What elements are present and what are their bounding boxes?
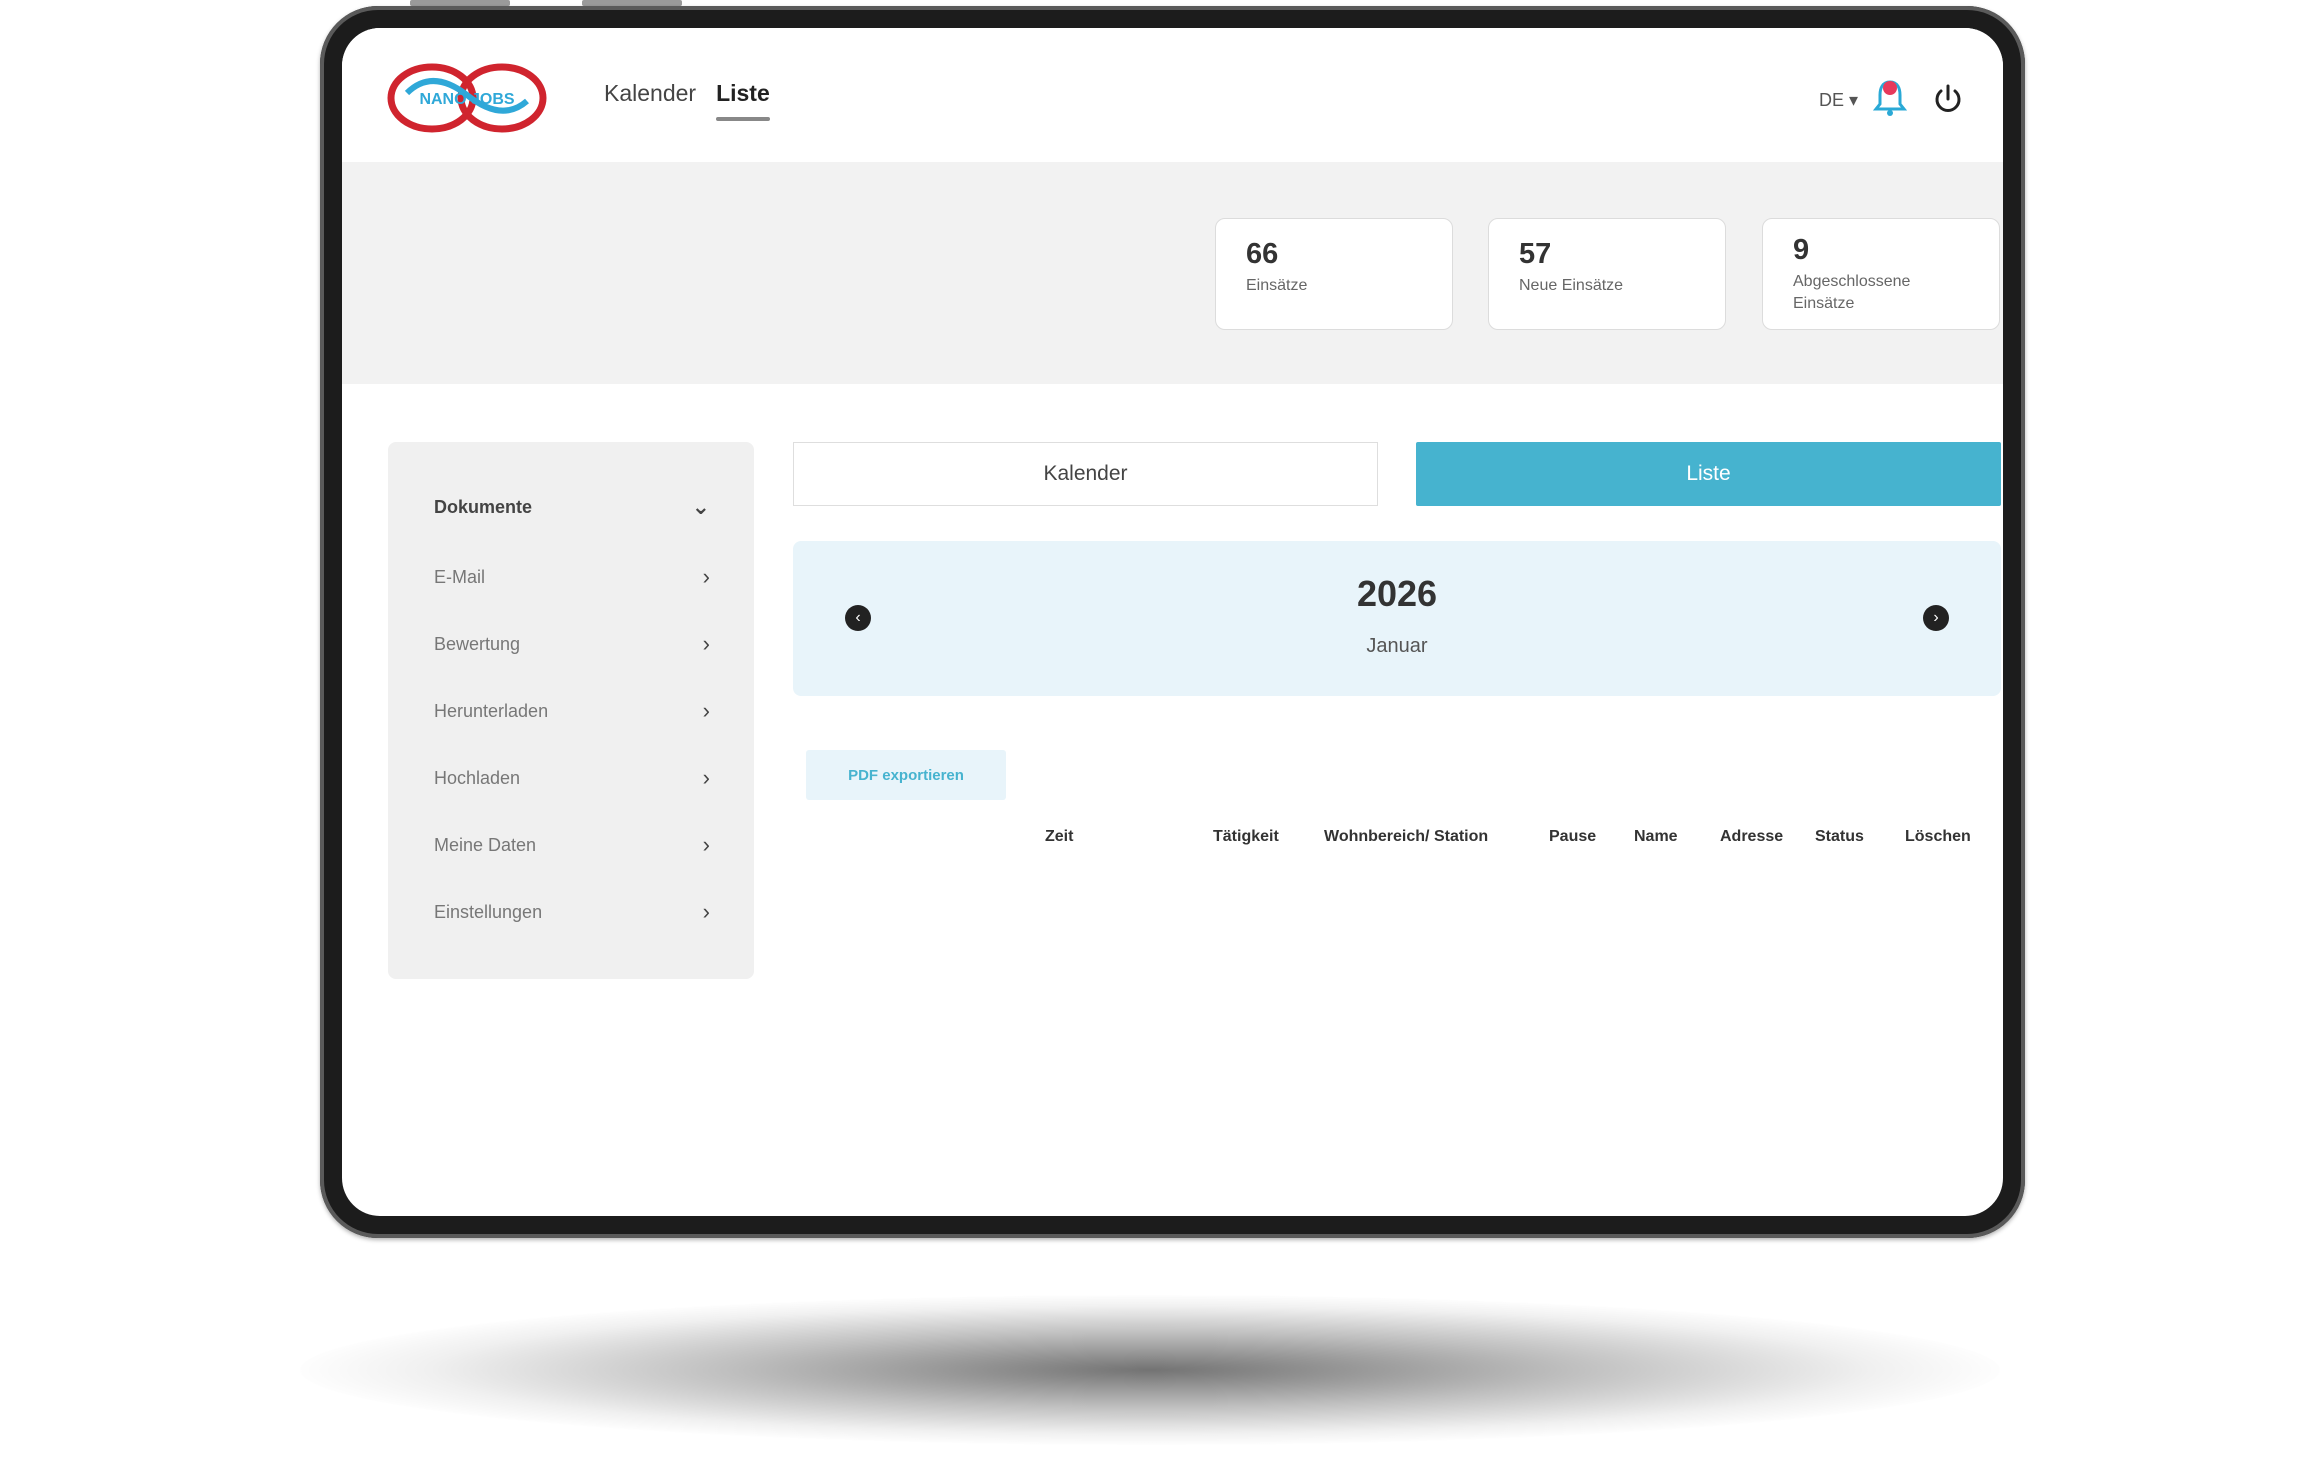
bell-icon[interactable] [1872, 78, 1908, 118]
column-header-loeschen: Löschen [1905, 828, 1971, 845]
chevron-down-icon: ⌄ [691, 494, 710, 519]
chevron-right-icon: › [702, 631, 710, 656]
sidebar-item-label: Herunterladen [434, 700, 549, 721]
column-header-status: Status [1815, 828, 1864, 845]
stat-card-abgeschlossene: 9 Abgeschlossene Einsätze [1762, 218, 2000, 330]
stat-value: 66 [1246, 238, 1279, 270]
stat-label: Neue Einsätze [1519, 277, 1624, 294]
stat-card-neue-einsaetze: 57 Neue Einsätze [1488, 218, 1726, 330]
nav-kalender[interactable]: Kalender [604, 80, 696, 107]
sidebar-item-label: Einstellungen [434, 901, 543, 922]
top-nav: Kalender Liste [604, 80, 770, 121]
kalender-view-button[interactable]: Kalender [793, 442, 1378, 506]
chevron-right-icon: › [702, 698, 710, 723]
chevron-right-icon: › [702, 832, 710, 857]
sidebar-item-label: E-Mail [434, 566, 486, 587]
logo-wordmark: NANO JOBS [419, 91, 514, 108]
app-screen: NANO JOBS Kalender Liste DE ▾ 66 Einsätz… [342, 28, 2003, 1216]
mockup-stage: NANO JOBS Kalender Liste DE ▾ 66 Einsätz… [0, 0, 2309, 1465]
stat-value: 57 [1519, 238, 1552, 270]
sidebar: Dokumente ⌄ E-Mail › Bewertung › Herunte… [388, 442, 754, 979]
chevron-right-icon: › [702, 564, 710, 589]
sidebar-item-label: Meine Daten [434, 834, 537, 855]
column-header-zeit: Zeit [1045, 828, 1074, 845]
language-selector[interactable]: DE ▾ [1819, 90, 1858, 111]
stat-label: Abgeschlossene Einsätze [1793, 273, 1911, 312]
sidebar-item-bewertung[interactable]: Bewertung › [434, 629, 710, 659]
column-header-pause: Pause [1549, 828, 1597, 845]
sidebar-item-label: Dokumente [434, 496, 533, 517]
column-header-adresse: Adresse [1720, 828, 1784, 845]
tablet-frame: NANO JOBS Kalender Liste DE ▾ 66 Einsätz… [320, 6, 2025, 1238]
stat-label: Einsätze [1246, 277, 1308, 294]
column-header-taetigkeit: Tätigkeit [1213, 828, 1279, 845]
sidebar-item-hochladen[interactable]: Hochladen › [434, 763, 710, 793]
sidebar-item-dokumente[interactable]: Dokumente ⌄ [434, 492, 710, 522]
year-label: 2026 [1356, 573, 1438, 614]
chevron-right-icon: › [702, 899, 710, 924]
month-label: Januar [1366, 635, 1428, 657]
nav-liste[interactable]: Liste [716, 80, 770, 121]
sidebar-item-email[interactable]: E-Mail › [434, 562, 710, 592]
sidebar-item-meine-daten[interactable]: Meine Daten › [434, 830, 710, 860]
device-shadow [300, 1295, 2000, 1445]
chevron-right-icon: › [702, 765, 710, 790]
sidebar-item-einstellungen[interactable]: Einstellungen › [434, 897, 710, 927]
column-header-name: Name [1634, 828, 1678, 845]
sidebar-item-label: Hochladen [434, 767, 521, 788]
liste-view-button[interactable]: Liste [1416, 442, 2001, 506]
stat-value: 9 [1793, 234, 1810, 266]
nano-jobs-logo[interactable]: NANO JOBS [387, 63, 547, 133]
column-header-wohnbereich: Wohnbereich/ Station [1324, 828, 1489, 845]
sidebar-item-label: Bewertung [434, 633, 521, 654]
sidebar-item-herunterladen[interactable]: Herunterladen › [434, 696, 710, 726]
period-selector: ‹ 2026 Januar › [793, 541, 2001, 696]
app-header: NANO JOBS Kalender Liste DE ▾ [342, 28, 2003, 162]
next-month-button[interactable]: › [1923, 605, 1949, 631]
pdf-export-button[interactable]: PDF exportieren [806, 750, 1006, 800]
stats-band: 66 Einsätze 57 Neue Einsätze 9 Abgeschlo… [342, 162, 2003, 384]
power-icon[interactable] [1931, 82, 1965, 116]
stat-card-einsaetze: 66 Einsätze [1215, 218, 1453, 330]
